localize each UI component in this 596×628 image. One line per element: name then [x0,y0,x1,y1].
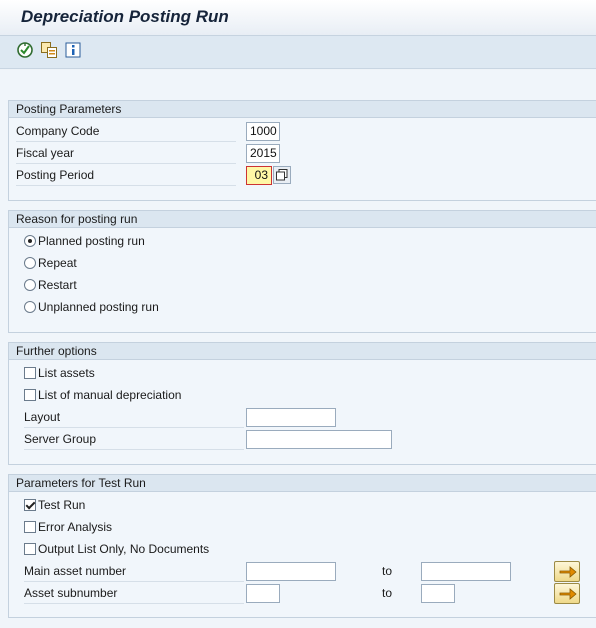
radio-restart[interactable]: Restart [24,275,77,295]
radio-repeat[interactable]: Repeat [24,253,77,273]
list-manual-depreciation-checkbox[interactable]: List of manual depreciation [24,385,181,405]
list-assets-checkbox[interactable]: List assets [24,363,95,383]
checkbox-icon[interactable] [24,389,36,401]
multiple-selection-icon [559,588,577,600]
checkbox-icon[interactable] [24,367,36,379]
radio-planned-posting-run[interactable]: Planned posting run [24,231,145,251]
asset-subnumber-from-field[interactable] [246,584,280,603]
to-label: to [382,586,393,600]
main-asset-number-label: Main asset number [24,560,244,582]
asset-subnumber-label: Asset subnumber [24,582,244,604]
checkbox-label: Error Analysis [38,520,113,534]
multiple-selection-button[interactable] [554,561,580,582]
radio-selected-icon[interactable] [24,235,36,247]
application-toolbar [0,36,596,69]
fiscal-year-field[interactable]: 2015 [246,144,280,163]
server-group-label: Server Group [24,428,244,450]
group-header: Parameters for Test Run [9,475,596,492]
company-code-label: Company Code [16,120,236,142]
copy-variant-icon[interactable] [40,41,58,59]
main-asset-number-from-field[interactable] [246,562,336,581]
radio-unplanned-posting-run[interactable]: Unplanned posting run [24,297,159,317]
checkbox-label: List assets [38,366,95,380]
layout-label: Layout [24,406,244,428]
radio-icon[interactable] [24,279,36,291]
layout-field[interactable] [246,408,336,427]
page-title: Depreciation Posting Run [21,7,229,26]
radio-icon[interactable] [24,301,36,313]
radio-label: Restart [38,278,77,292]
title-bar: Depreciation Posting Run [0,0,596,36]
checkbox-icon[interactable] [24,543,36,555]
checkbox-icon[interactable] [24,521,36,533]
checkbox-label: List of manual depreciation [38,388,182,402]
output-list-only-checkbox[interactable]: Output List Only, No Documents [24,539,209,559]
radio-icon[interactable] [24,257,36,269]
main-asset-number-to-field[interactable] [421,562,511,581]
group-header: Posting Parameters [9,101,596,118]
posting-period-label: Posting Period [16,164,236,186]
info-icon[interactable] [64,41,82,59]
radio-label: Repeat [38,256,77,270]
asset-subnumber-to-field[interactable] [421,584,455,603]
test-run-checkbox[interactable]: Test Run [24,495,85,515]
checkbox-label: Output List Only, No Documents [38,542,210,556]
group-header: Further options [9,343,596,360]
company-code-field[interactable]: 1000 [246,122,280,141]
multiple-selection-button[interactable] [554,583,580,604]
radio-label: Unplanned posting run [38,300,159,314]
error-analysis-checkbox[interactable]: Error Analysis [24,517,112,537]
checkbox-label: Test Run [38,498,86,512]
execute-icon[interactable] [16,41,34,59]
radio-label: Planned posting run [38,234,145,248]
group-header: Reason for posting run [9,211,596,228]
value-help-icon[interactable] [273,166,291,184]
server-group-field[interactable] [246,430,392,449]
fiscal-year-label: Fiscal year [16,142,236,164]
multiple-selection-icon [559,566,577,578]
posting-period-field[interactable]: 03 [246,166,272,185]
to-label: to [382,564,393,578]
checkbox-checked-icon[interactable] [24,499,36,511]
